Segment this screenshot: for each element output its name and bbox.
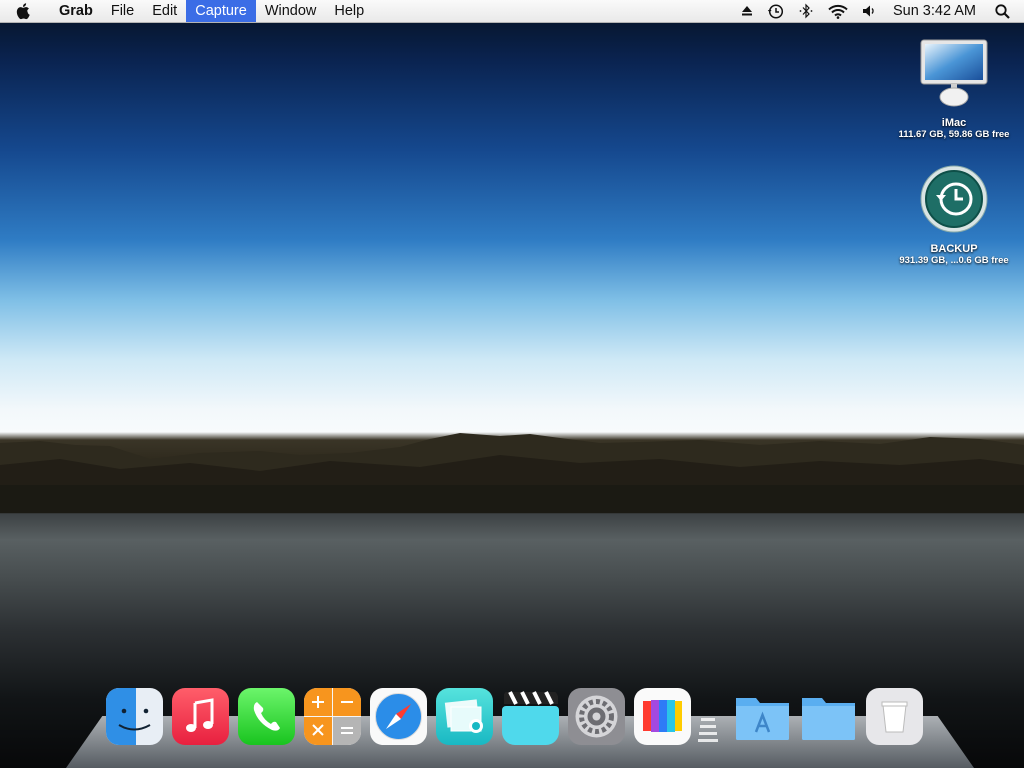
wifi-icon[interactable] <box>821 0 855 22</box>
desktop-icon-imac[interactable]: iMac 111.67 GB, 59.86 GB free <box>889 38 1019 140</box>
imac-icon <box>920 39 988 107</box>
calculator-icon <box>304 688 361 745</box>
applications-folder-icon <box>736 698 789 740</box>
system-preferences-icon <box>568 688 625 745</box>
dock-system-preferences[interactable] <box>568 688 625 745</box>
clapper-icon <box>502 691 559 745</box>
dock-separator <box>698 718 718 742</box>
trash-icon <box>866 688 923 745</box>
phone-icon <box>238 688 295 745</box>
time-machine-icon <box>920 165 988 233</box>
app-menu-grab[interactable]: Grab <box>50 0 102 22</box>
desktop-icon-subtitle: 111.67 GB, 59.86 GB free <box>898 129 1010 140</box>
music-icon <box>172 688 229 745</box>
dock-safari[interactable] <box>370 688 427 745</box>
apple-menu-icon[interactable] <box>16 2 38 20</box>
dock-preview[interactable] <box>436 688 493 745</box>
menu-window[interactable]: Window <box>256 0 326 22</box>
dock-clapper[interactable] <box>502 688 559 745</box>
documents-folder-icon <box>802 698 855 740</box>
menu-bar: Grab File Edit Capture Window Help Sun 3… <box>0 0 1024 23</box>
dock-photos[interactable] <box>634 688 691 745</box>
volume-icon[interactable] <box>855 0 883 22</box>
dock-finder[interactable] <box>106 688 163 745</box>
menu-help[interactable]: Help <box>325 0 373 22</box>
dock-calculator[interactable] <box>304 688 361 745</box>
dock-trash[interactable] <box>866 688 923 745</box>
menu-file[interactable]: File <box>102 0 143 22</box>
desktop-icon-label: iMac <box>941 117 967 129</box>
time-machine-status-icon[interactable] <box>760 0 791 22</box>
desktop-icon-backup[interactable]: BACKUP 931.39 GB, ...0.6 GB free <box>889 164 1019 266</box>
menu-capture[interactable]: Capture <box>186 0 256 22</box>
desktop-icon-subtitle: 931.39 GB, ...0.6 GB free <box>899 255 1009 266</box>
dock-applications-folder[interactable] <box>734 688 791 745</box>
wallpaper-mountains <box>0 433 1024 513</box>
dock-music[interactable] <box>172 688 229 745</box>
desktop-icon-label: BACKUP <box>930 243 978 255</box>
finder-icon <box>106 688 163 745</box>
dock-phone[interactable] <box>238 688 295 745</box>
spotlight-search-icon[interactable] <box>988 0 1024 22</box>
preview-icon <box>436 688 493 745</box>
menu-clock[interactable]: Sun 3:42 AM <box>883 0 988 22</box>
bluetooth-icon[interactable] <box>791 0 821 22</box>
eject-icon[interactable] <box>734 0 760 22</box>
photo-icon <box>634 688 691 745</box>
menu-edit[interactable]: Edit <box>143 0 186 22</box>
safari-icon <box>370 688 427 745</box>
status-menus: Sun 3:42 AM <box>734 0 1024 22</box>
dock-documents-folder[interactable] <box>800 688 857 745</box>
